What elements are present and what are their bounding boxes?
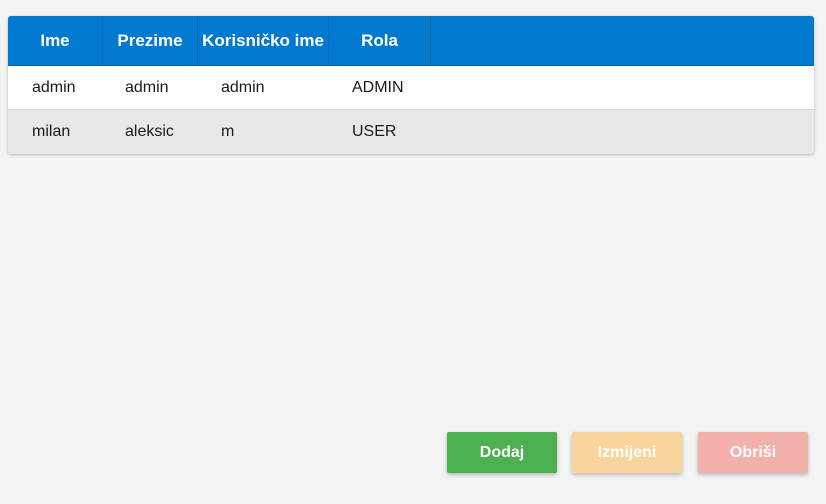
edit-button[interactable]: Izmijeni [572, 432, 682, 473]
cell-first-name: milan [32, 123, 71, 140]
column-header-username[interactable]: Korisničko ime [198, 16, 329, 65]
delete-button[interactable]: Obriši [698, 432, 808, 473]
table-row[interactable]: milan aleksic m USER [8, 110, 814, 153]
cell-role: ADMIN [352, 79, 404, 96]
column-header-role[interactable]: Rola [329, 16, 431, 65]
users-table: Ime Prezime Korisničko ime Rola admin ad… [8, 16, 814, 154]
table-header: Ime Prezime Korisničko ime Rola [8, 16, 814, 66]
cell-first-name: admin [32, 79, 76, 96]
cell-username: admin [221, 79, 265, 96]
cell-last-name: admin [125, 79, 169, 96]
table-row[interactable]: admin admin admin ADMIN [8, 66, 814, 110]
add-button[interactable]: Dodaj [447, 432, 557, 473]
cell-role: USER [352, 123, 397, 140]
column-header-first-name[interactable]: Ime [8, 16, 103, 65]
column-header-last-name[interactable]: Prezime [103, 16, 198, 65]
cell-username: m [221, 123, 235, 140]
cell-last-name: aleksic [125, 123, 174, 140]
